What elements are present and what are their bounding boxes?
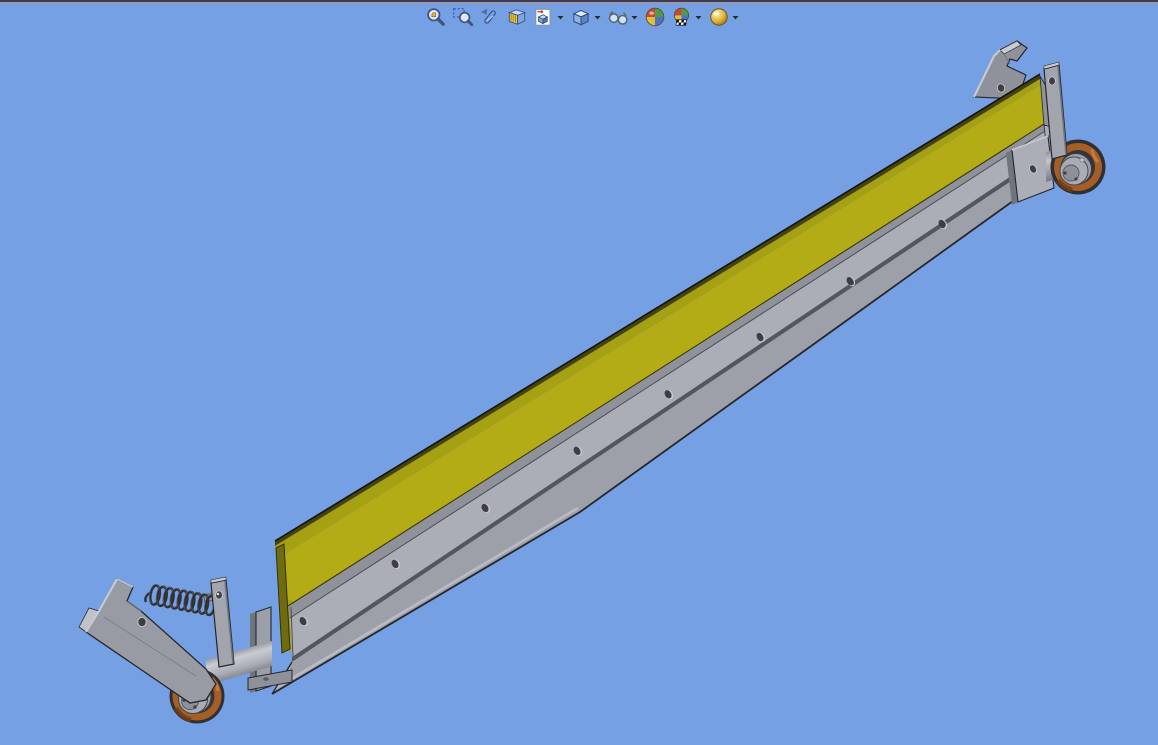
arm-pivot-hole	[1048, 76, 1056, 86]
apply-scene-dropdown-caret-icon[interactable]	[694, 6, 703, 28]
section-view-icon	[506, 6, 528, 28]
zoom-to-fit-button[interactable]	[424, 5, 448, 29]
hide-show-items-icon	[607, 6, 629, 28]
display-style-dropdown-caret-icon[interactable]	[593, 6, 602, 28]
view-orientation-dropdown-caret-icon[interactable]	[556, 6, 565, 28]
arm-pivot-hole	[215, 590, 223, 600]
view-settings-icon	[708, 6, 730, 28]
section-view-button[interactable]	[505, 5, 529, 29]
previous-view-icon	[479, 6, 501, 28]
tension-spring[interactable]	[144, 583, 217, 617]
zoom-to-area-button[interactable]	[451, 5, 475, 29]
viewport-3d-model[interactable]	[0, 0, 1158, 745]
clamp-bar-bevel	[288, 124, 1045, 618]
zoom-to-fit-icon	[425, 6, 447, 28]
hide-show-items-dropdown-caret-icon[interactable]	[630, 6, 639, 28]
display-style-icon	[570, 6, 592, 28]
zoom-to-area-icon	[452, 6, 474, 28]
display-style-button[interactable]	[569, 5, 603, 29]
hide-show-items-button[interactable]	[606, 5, 640, 29]
lever-hole	[137, 616, 147, 628]
support-channel[interactable]	[272, 157, 1047, 694]
view-orientation-button[interactable]	[532, 5, 566, 29]
edit-appearance-button[interactable]	[643, 5, 667, 29]
left-tension-arm[interactable]	[210, 576, 235, 668]
blade-chamfer	[275, 79, 1041, 558]
edit-appearance-icon	[644, 6, 666, 28]
heads-up-view-toolbar	[424, 5, 744, 29]
scraper-beam-assembly[interactable]	[271, 73, 1065, 695]
view-orientation-icon	[533, 6, 555, 28]
previous-view-button[interactable]	[478, 5, 502, 29]
view-settings-button[interactable]	[707, 5, 741, 29]
left-tensioner[interactable]	[78, 576, 293, 724]
scraper-blade[interactable]	[279, 85, 1044, 606]
beam-groove	[292, 152, 1047, 662]
application-window	[0, 0, 1158, 745]
view-settings-dropdown-caret-icon[interactable]	[731, 6, 740, 28]
apply-scene-icon	[671, 6, 693, 28]
apply-scene-button[interactable]	[670, 5, 704, 29]
